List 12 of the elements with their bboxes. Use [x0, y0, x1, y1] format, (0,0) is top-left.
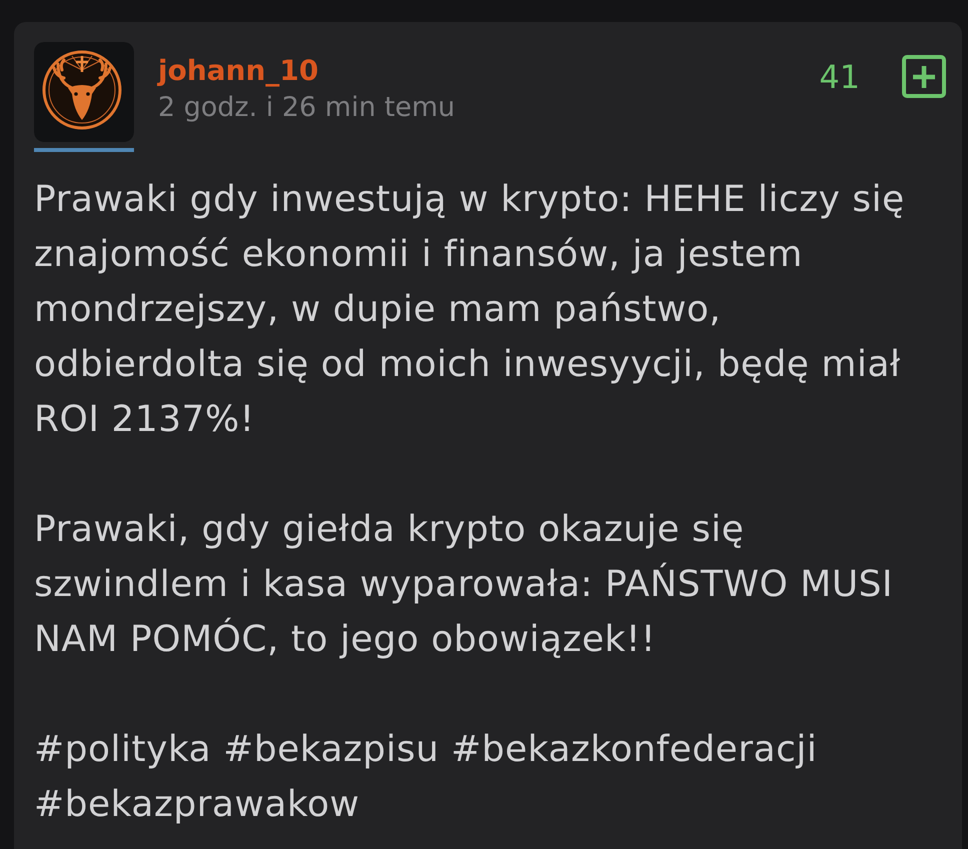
upvote-button[interactable]: [902, 55, 946, 98]
plus-icon: [912, 64, 936, 88]
tag-link[interactable]: #polityka: [34, 722, 212, 777]
tag-link[interactable]: #bekazkonfederacji: [451, 722, 818, 777]
avatar-image[interactable]: [34, 42, 134, 142]
tag-link[interactable]: #bekazprawakow: [34, 777, 360, 832]
vote-count: 41: [819, 56, 860, 96]
tag-link[interactable]: #bekazpisu: [223, 722, 440, 777]
post-paragraph: Prawaki gdy inwestują w krypto: HEHE liczy się znajomość ekonomii i finansów, ja jestem mondrzejszy, w dupie mam państwo, odbierdolta się od moich inwesyycji, będę miał ROI 2137%!: [34, 178, 906, 442]
post-paragraph: Prawaki, gdy giełda krypto okazuje się szwindlem i kasa wyparowała: PAŃSTWO MUSI NAM POMÓC, to jego obowiązek!!: [34, 508, 894, 662]
username-link[interactable]: johann_10: [158, 52, 456, 90]
post-time: 2 godz. i 26 min temu: [158, 91, 456, 125]
